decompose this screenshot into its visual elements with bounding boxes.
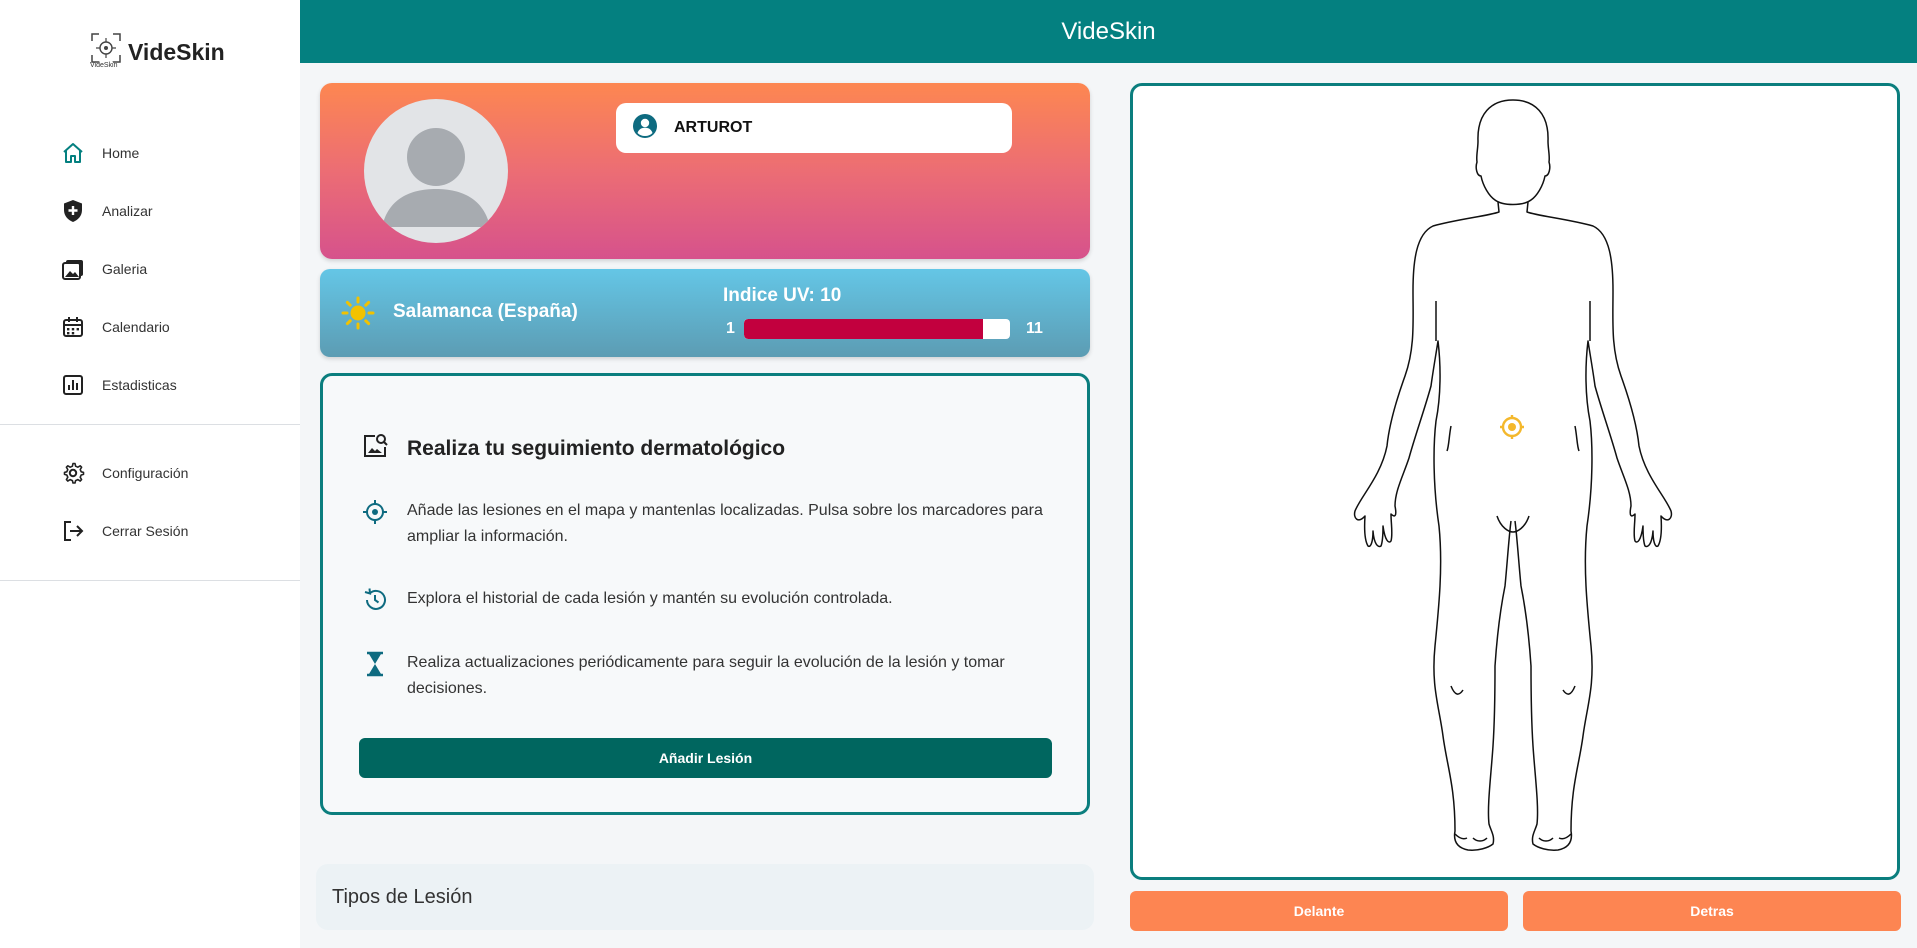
body-map[interactable]: [1130, 83, 1900, 880]
brand-subtitle: VideSkin: [90, 62, 118, 69]
history-icon: [361, 586, 389, 614]
gallery-icon: [60, 256, 86, 282]
brand[interactable]: VideSkin VideSkin: [90, 32, 225, 72]
tracking-info-card: Realiza tu seguimiento dermatológico Aña…: [320, 373, 1090, 815]
gear-icon: [60, 460, 86, 486]
sidebar-item-home[interactable]: Home: [0, 124, 300, 182]
info-header: Realiza tu seguimiento dermatológico: [361, 432, 785, 465]
sidebar-item-configuracion[interactable]: Configuración: [0, 444, 300, 502]
calendar-icon: [60, 314, 86, 340]
sidebar-item-label: Cerrar Sesión: [102, 523, 189, 539]
sidebar-divider: [0, 580, 300, 581]
uv-progress-bar: [744, 319, 1010, 339]
sidebar: VideSkin VideSkin Home Analizar Galeria: [0, 0, 300, 948]
lesion-types-panel[interactable]: Tipos de Lesión: [316, 864, 1094, 930]
sun-icon: [341, 296, 375, 330]
info-item: Añade las lesiones en el mapa y mantenla…: [361, 498, 1057, 550]
top-bar: VideSkin: [300, 0, 1917, 63]
city-label: Salamanca (España): [393, 301, 578, 322]
info-item: Explora el historial de cada lesión y ma…: [361, 586, 1057, 614]
uv-min-label: 1: [726, 320, 735, 337]
sidebar-item-label: Galeria: [102, 261, 148, 277]
lesion-marker-icon[interactable]: [1500, 415, 1524, 439]
info-title: Realiza tu seguimiento dermatológico: [407, 436, 786, 460]
sidebar-item-estadisticas[interactable]: Estadisticas: [0, 356, 300, 414]
brand-logo-icon: VideSkin: [90, 32, 122, 72]
add-lesion-button[interactable]: Añadir Lesión: [359, 738, 1052, 778]
hourglass-icon: [361, 650, 389, 678]
info-item-text: Añade las lesiones en el mapa y mantenla…: [407, 502, 1043, 545]
page-title: VideSkin: [1061, 17, 1156, 45]
back-view-button[interactable]: Detras: [1523, 891, 1901, 931]
sidebar-item-cerrar-sesion[interactable]: Cerrar Sesión: [0, 502, 300, 560]
info-item-text: Realiza actualizaciones periódicamente p…: [407, 654, 1005, 697]
sidebar-item-label: Calendario: [102, 319, 170, 335]
info-item-text: Explora el historial de cada lesión y ma…: [407, 590, 893, 607]
username: ARTUROT: [674, 119, 753, 136]
body-outline[interactable]: [1133, 86, 1897, 877]
uv-max-label: 11: [1026, 320, 1043, 337]
stats-icon: [60, 372, 86, 398]
uv-progress-fill: [744, 319, 984, 339]
username-field: ARTUROT: [616, 103, 1012, 153]
sidebar-divider: [0, 424, 300, 425]
front-view-button[interactable]: Delante: [1130, 891, 1508, 931]
profile-card: ARTUROT: [320, 83, 1090, 259]
sidebar-item-analizar[interactable]: Analizar: [0, 182, 300, 240]
weather-card: Salamanca (España) Indice UV: 10 1 11: [320, 269, 1090, 357]
lesion-types-label: Tipos de Lesión: [332, 885, 473, 908]
image-search-icon: [361, 432, 389, 465]
main-nav: Home Analizar Galeria Calendario Estadis…: [0, 124, 300, 414]
logout-icon: [60, 518, 86, 544]
shield-plus-icon: [60, 198, 86, 224]
info-item: Realiza actualizaciones periódicamente p…: [361, 650, 1057, 702]
user-circle-icon: [632, 113, 658, 144]
avatar[interactable]: [364, 99, 508, 243]
target-icon: [361, 498, 389, 526]
home-icon: [60, 140, 86, 166]
secondary-nav: Configuración Cerrar Sesión: [0, 444, 300, 560]
brand-name: VideSkin: [128, 39, 225, 65]
sidebar-item-label: Configuración: [102, 465, 189, 481]
sidebar-item-label: Home: [102, 145, 140, 161]
uv-index-label: Indice UV: 10: [723, 285, 842, 306]
sidebar-item-galeria[interactable]: Galeria: [0, 240, 300, 298]
sidebar-item-label: Estadisticas: [102, 377, 177, 393]
sidebar-item-calendario[interactable]: Calendario: [0, 298, 300, 356]
sidebar-item-label: Analizar: [102, 203, 153, 219]
